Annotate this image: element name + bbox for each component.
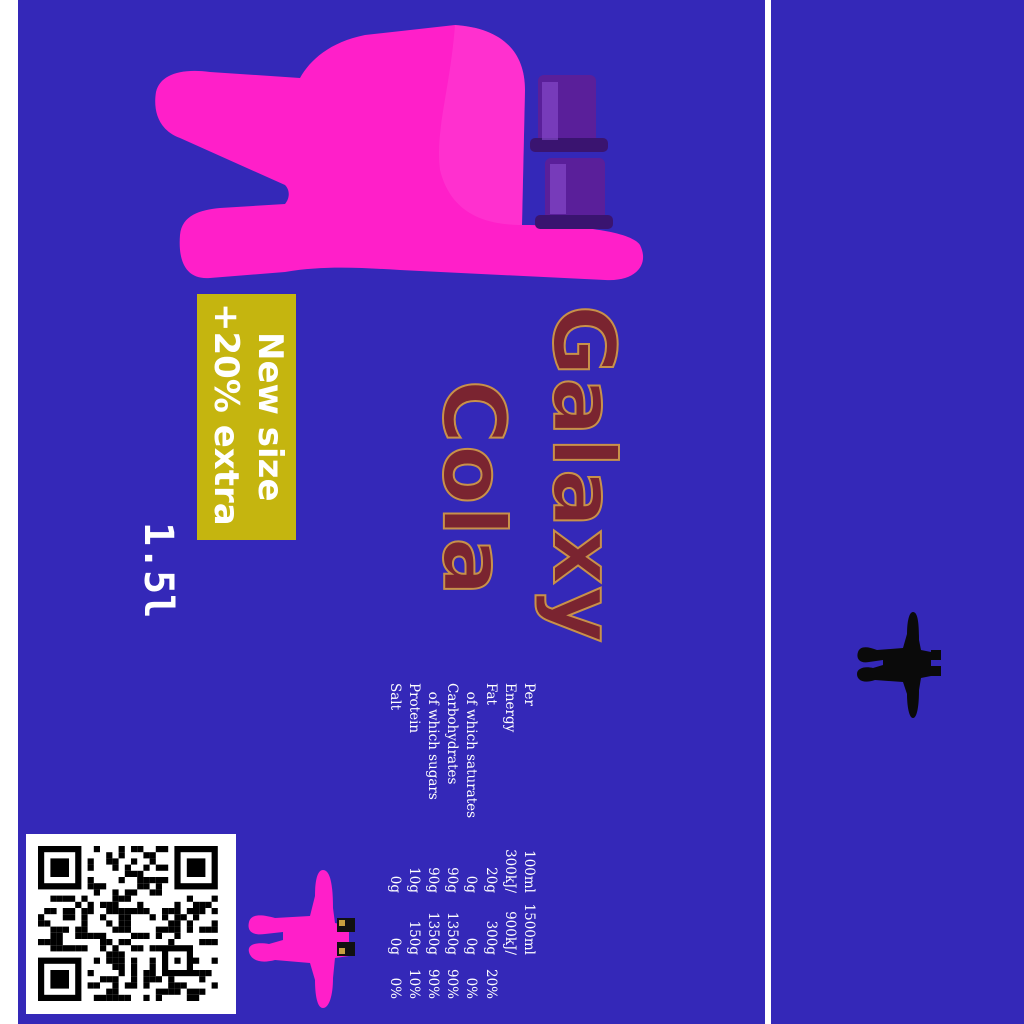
nutrition-cell: 0g	[463, 937, 480, 955]
top-hat-icon	[535, 158, 613, 229]
cola-label: Galaxy Cola New size +20% extra 1.5l Per…	[0, 0, 1024, 1024]
qr-code-pattern	[38, 846, 218, 1001]
nutrition-row: Fat 20g 300g 20%	[480, 683, 499, 999]
nutrition-cell: 900kJ/	[501, 911, 518, 955]
nutrition-header-cell: Per	[521, 683, 537, 706]
nutrition-cell: 0%	[386, 977, 403, 999]
nutrition-cell: 20g	[482, 867, 499, 893]
nutrition-cell: 1350g	[424, 912, 441, 955]
nutrition-row: Protein 10g 150g 10%	[404, 683, 423, 999]
nutrition-cell: Energy	[501, 683, 518, 733]
nutrition-cell: 10g	[405, 867, 422, 893]
qr-code-icon	[26, 834, 236, 1014]
nutrition-header-cell	[519, 955, 538, 999]
mascot-icon	[155, 25, 644, 281]
nutrition-row: Carbohydrates 90g 1350g 90%	[442, 683, 461, 999]
volume-label: 1.5l	[135, 522, 181, 619]
nutrition-cell: 150g	[405, 920, 422, 955]
nutrition-cell: 300kJ/	[501, 849, 518, 893]
nutrition-cell: of which saturates	[463, 683, 480, 819]
nutrition-cell: 0%	[463, 977, 480, 999]
nutrition-row: of which saturates 0g 0g 0%	[461, 683, 480, 999]
nutrition-header-cell: 100ml	[521, 850, 537, 893]
nutrition-header-cell: 1500ml	[521, 903, 537, 955]
nutrition-cell	[500, 955, 519, 999]
nutrition-cell: 0g	[386, 875, 403, 893]
back-panel	[771, 0, 1024, 1024]
small-mascot-icon	[248, 870, 355, 1008]
nutrition-cell: 90%	[424, 968, 441, 999]
nutrition-row: Salt 0g 0g 0%	[384, 683, 403, 999]
nutrition-cell: Carbohydrates	[444, 683, 461, 785]
nutrition-cell: 1350g	[444, 912, 461, 955]
silhouette-mascot-icon	[857, 612, 941, 718]
nutrition-cell: Salt	[386, 683, 403, 711]
nutrition-cell: of which sugars	[424, 683, 441, 800]
brand-name-line-2: Cola	[422, 379, 524, 599]
nutrition-cell: 300g	[482, 920, 499, 955]
nutrition-cell: 10%	[405, 968, 422, 999]
promo-line-2: +20% extra	[206, 303, 246, 526]
promo-line-1: New size	[250, 332, 290, 502]
nutrition-row: Energy 300kJ/ 900kJ/	[500, 683, 519, 999]
nutrition-row: of which sugars 90g 1350g 90%	[423, 683, 442, 999]
nutrition-header-row: Per 100ml 1500ml	[519, 683, 538, 999]
nutrition-cell: 90g	[444, 867, 461, 893]
nutrition-cell: 0g	[386, 937, 403, 955]
nutrition-cell: 90g	[424, 867, 441, 893]
brand-name-line-1: Galaxy	[532, 304, 634, 646]
nutrition-cell: 0g	[463, 875, 480, 893]
nutrition-cell: Protein	[405, 683, 422, 734]
top-hat-icon	[530, 75, 608, 152]
nutrition-cell: Fat	[482, 683, 499, 705]
nutrition-table: Per 100ml 1500ml Energy 300kJ/ 900kJ/ Fa…	[384, 683, 538, 1013]
nutrition-cell: 20%	[482, 968, 499, 999]
nutrition-cell: 90%	[444, 968, 461, 999]
